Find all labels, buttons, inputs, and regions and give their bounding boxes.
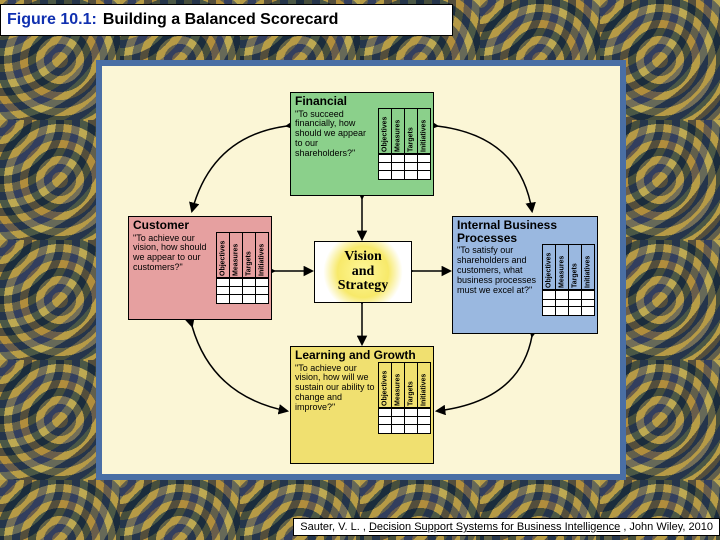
perspective-financial: Financial "To succeed financially, how s… [290,92,434,196]
customer-grid: Objectives Measures Targets Initiatives [216,232,269,304]
figure-separator: : [91,11,96,29]
diagram-panel: Vision and Strategy Financial "To succee… [96,60,626,480]
center-line1: Vision [344,250,382,265]
figure-label: Figure 10.1 [7,11,91,29]
figure-title: Building a Balanced Scorecard [103,11,339,29]
financial-title: Financial [291,93,433,108]
col-measures: Measures [392,362,404,408]
col-objectives: Objectives [217,232,229,278]
perspective-internal: Internal Business Processes "To satisfy … [452,216,598,334]
figure-title-banner: Figure 10.1 : Building a Balanced Scorec… [0,4,453,36]
internal-title: Internal Business Processes [453,217,597,244]
customer-title: Customer [129,217,271,232]
center-line3: Strategy [338,279,389,294]
learning-grid: Objectives Measures Targets Initiatives [378,362,431,434]
col-initiatives: Initiatives [256,232,268,278]
col-targets: Targets [243,232,255,278]
learning-title: Learning and Growth [291,347,433,362]
learning-quote: "To achieve our vision, how will we sust… [291,362,378,436]
perspective-customer: Customer "To achieve our vision, how sho… [128,216,272,320]
internal-quote: "To satisfy our shareholders and custome… [453,244,542,318]
col-targets: Targets [405,108,417,154]
center-line2: and [352,265,375,280]
col-measures: Measures [556,244,568,290]
financial-quote: "To succeed financially, how should we a… [291,108,378,182]
citation-banner: Sauter, V. L. , Decision Support Systems… [293,518,720,536]
col-targets: Targets [569,244,581,290]
col-objectives: Objectives [543,244,555,290]
internal-grid: Objectives Measures Targets Initiatives [542,244,595,316]
col-objectives: Objectives [379,108,391,154]
slide-background: Figure 10.1 : Building a Balanced Scorec… [0,0,720,540]
col-initiatives: Initiatives [418,362,430,408]
citation-source: Decision Support Systems for Business In… [369,521,620,533]
citation-publisher: , John Wiley, 2010 [623,521,713,533]
col-initiatives: Initiatives [582,244,594,290]
financial-grid: Objectives Measures Targets Initiatives [378,108,431,180]
citation-author: Sauter, V. L. , [300,521,366,533]
col-initiatives: Initiatives [418,108,430,154]
center-vision-strategy: Vision and Strategy [314,241,412,303]
col-objectives: Objectives [379,362,391,408]
perspective-learning: Learning and Growth "To achieve our visi… [290,346,434,464]
col-measures: Measures [392,108,404,154]
customer-quote: "To achieve our vision, how should we ap… [129,232,216,306]
col-targets: Targets [405,362,417,408]
col-measures: Measures [230,232,242,278]
